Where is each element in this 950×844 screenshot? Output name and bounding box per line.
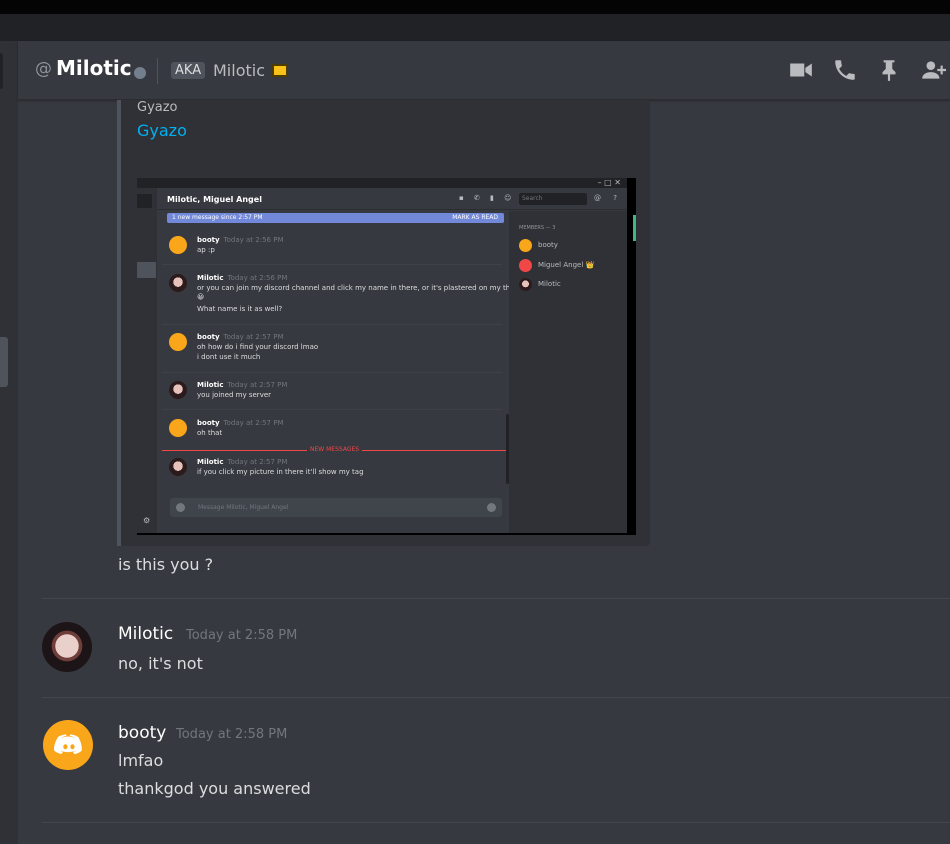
screenshot-member-list: MEMBERS — 3 booty Miguel Angel 👑 Milotic	[509, 211, 627, 533]
screenshot-header: Milotic, Miguel Angel ▪ ✆ ▮ ☺ ☻ Search @…	[157, 188, 627, 210]
scroll-indicator[interactable]	[0, 337, 8, 387]
window-top-strip	[0, 0, 950, 14]
message-text: thankgod you answered	[118, 779, 311, 798]
status-offline-icon	[134, 67, 146, 79]
pin-icon[interactable]	[876, 57, 902, 87]
video-call-icon[interactable]	[788, 57, 814, 87]
screenshot-search: Search	[519, 193, 587, 205]
message-author[interactable]: booty	[118, 723, 166, 743]
message-text: lmfao	[118, 751, 164, 770]
header-divider	[157, 58, 158, 84]
server-indicator	[0, 53, 3, 89]
message-divider	[42, 697, 950, 698]
settings-icon: ⚙	[143, 516, 151, 525]
avatar[interactable]	[43, 720, 93, 770]
message-divider	[42, 598, 950, 599]
message-timestamp: Today at 2:58 PM	[186, 628, 298, 643]
dm-username[interactable]: Milotic	[56, 56, 132, 80]
embed-title-link[interactable]: Gyazo	[137, 121, 187, 140]
embed-image[interactable]: – □ ✕ Milotic, Miguel Angel ▪ ✆ ▮ ☺ ☻ Se…	[137, 178, 636, 535]
screenshot-dm-title: Milotic, Miguel Angel	[167, 195, 262, 204]
link-embed: Gyazo Gyazo – □ ✕ Milotic, Miguel Angel …	[117, 100, 650, 546]
aka-badge: AKA	[171, 62, 206, 79]
screenshot-new-message-banner: 1 new message since 2:57 PM MARK AS READ	[167, 213, 504, 223]
voice-call-icon[interactable]	[832, 57, 858, 87]
nickname-emoji-icon	[272, 64, 288, 77]
screenshot-header-icons-right: @ ?	[594, 194, 622, 202]
aka-name: Milotic	[213, 61, 265, 80]
header-toolbar	[788, 57, 946, 87]
add-friend-icon[interactable]	[920, 57, 946, 87]
message-text: no, it's not	[118, 654, 203, 673]
avatar[interactable]	[42, 622, 92, 672]
message-author[interactable]: Milotic	[118, 624, 173, 644]
message-divider	[42, 822, 950, 823]
at-icon: @	[35, 59, 52, 79]
sidebar-edge	[0, 41, 18, 844]
window-controls: – □ ✕	[137, 178, 627, 188]
message-text: is this you ?	[118, 555, 214, 574]
app-titlebar	[0, 14, 950, 41]
embed-provider: Gyazo	[137, 100, 178, 115]
screenshot-new-messages-divider: NEW MESSAGES	[162, 446, 507, 453]
screenshot-composer: Message Milotic, Miguel Angel	[170, 498, 502, 517]
discord-logo-icon	[53, 734, 82, 755]
channel-header: @ Milotic AKA Milotic	[18, 41, 950, 100]
message-timestamp: Today at 2:58 PM	[176, 727, 288, 742]
